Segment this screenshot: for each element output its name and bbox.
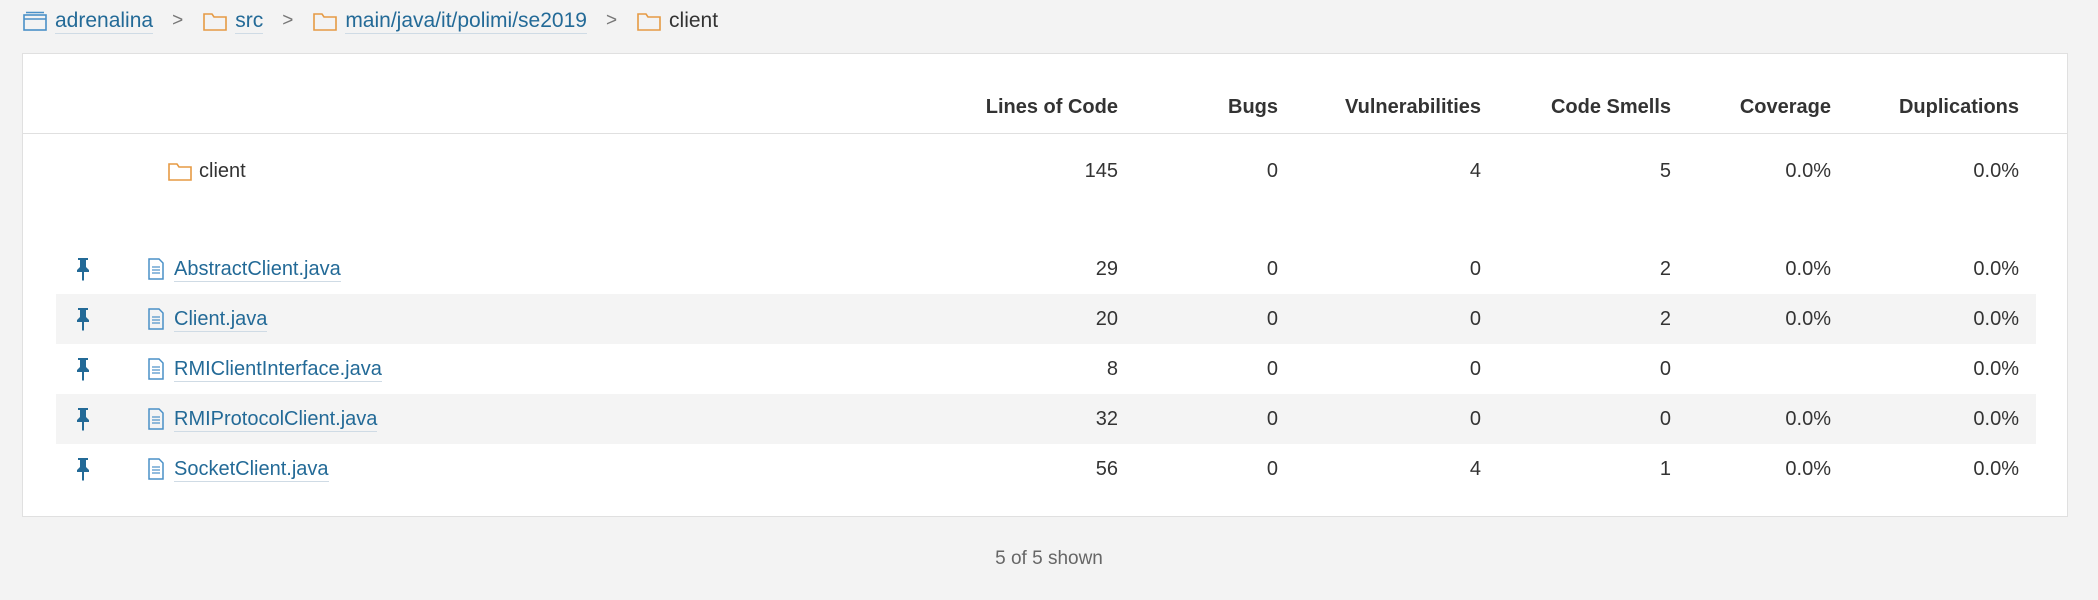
pin-icon[interactable] bbox=[74, 256, 92, 282]
cell-bugs: 0 bbox=[1266, 258, 1278, 280]
file-icon bbox=[148, 458, 164, 480]
breadcrumb-link-src[interactable]: src bbox=[235, 9, 264, 34]
table-row[interactable]: SocketClient.java 56 0 4 1 0.0% 0.0% bbox=[56, 444, 2036, 494]
breadcrumb-package[interactable]: main/java/it/polimi/se2019 bbox=[312, 9, 587, 34]
cell-vulnerabilities: 0 bbox=[1469, 258, 1481, 280]
cell-duplications: 0.0% bbox=[1973, 258, 2019, 280]
file-link[interactable]: AbstractClient.java bbox=[174, 257, 341, 282]
cell-duplications: 0.0% bbox=[1973, 308, 2019, 330]
cell-duplications: 0.0% bbox=[1973, 160, 2019, 182]
pin-icon[interactable] bbox=[74, 356, 92, 382]
breadcrumb-current: client bbox=[636, 9, 718, 33]
breadcrumb-separator: > bbox=[605, 10, 618, 31]
cell-lines-of-code: 29 bbox=[1095, 258, 1118, 280]
cell-code-smells: 2 bbox=[1659, 258, 1671, 280]
folder-icon bbox=[168, 163, 192, 181]
file-icon bbox=[148, 258, 164, 280]
cell-code-smells: 2 bbox=[1659, 308, 1671, 330]
cell-duplications: 0.0% bbox=[1973, 408, 2019, 430]
table-header: Lines of Code Bugs Vulnerabilities Code … bbox=[23, 54, 2067, 134]
breadcrumb-src[interactable]: src bbox=[202, 9, 264, 34]
cell-bugs: 0 bbox=[1266, 308, 1278, 330]
pin-icon[interactable] bbox=[74, 306, 92, 332]
cell-vulnerabilities: 4 bbox=[1469, 160, 1481, 182]
cell-duplications: 0.0% bbox=[1973, 358, 2019, 380]
file-icon bbox=[148, 408, 164, 430]
cell-vulnerabilities: 0 bbox=[1469, 308, 1481, 330]
folder-icon bbox=[203, 13, 228, 31]
cell-lines-of-code: 20 bbox=[1095, 308, 1118, 330]
file-link[interactable]: SocketClient.java bbox=[174, 457, 329, 482]
file-icon bbox=[148, 358, 164, 380]
column-header-coverage[interactable]: Coverage bbox=[1740, 96, 1831, 119]
breadcrumb-link-package[interactable]: main/java/it/polimi/se2019 bbox=[345, 9, 587, 34]
table-row[interactable]: RMIProtocolClient.java 32 0 0 0 0.0% 0.0… bbox=[56, 394, 2036, 444]
cell-coverage: 0.0% bbox=[1785, 308, 1831, 330]
cell-bugs: 0 bbox=[1266, 408, 1278, 430]
breadcrumb-separator: > bbox=[172, 10, 184, 31]
cell-bugs: 0 bbox=[1266, 160, 1278, 182]
table-row[interactable]: Client.java 20 0 0 2 0.0% 0.0% bbox=[56, 294, 2036, 344]
breadcrumb-project[interactable]: adrenalina bbox=[22, 9, 154, 34]
column-header-lines-of-code[interactable]: Lines of Code bbox=[986, 96, 1118, 119]
breadcrumb: adrenalina > src > main/java/it/polimi/s… bbox=[22, 6, 718, 36]
base-name-label: client bbox=[199, 159, 246, 182]
table-row-base: client 145 0 4 5 0.0% 0.0% bbox=[56, 146, 2036, 196]
file-name: SocketClient.java bbox=[146, 444, 329, 494]
table-row[interactable]: RMIClientInterface.java 8 0 0 0 0.0% bbox=[56, 344, 2036, 394]
cell-coverage: 0.0% bbox=[1785, 458, 1831, 480]
measures-table: Lines of Code Bugs Vulnerabilities Code … bbox=[22, 53, 2068, 517]
cell-lines-of-code: 56 bbox=[1095, 458, 1118, 480]
file-link[interactable]: RMIClientInterface.java bbox=[174, 357, 382, 382]
cell-duplications: 0.0% bbox=[1973, 458, 2019, 480]
file-name: AbstractClient.java bbox=[146, 244, 341, 294]
cell-coverage: 0.0% bbox=[1785, 408, 1831, 430]
cell-lines-of-code: 32 bbox=[1095, 408, 1118, 430]
file-name: RMIClientInterface.java bbox=[146, 344, 382, 394]
cell-code-smells: 5 bbox=[1659, 160, 1671, 182]
cell-lines-of-code: 8 bbox=[1106, 358, 1118, 380]
file-link[interactable]: RMIProtocolClient.java bbox=[174, 407, 378, 432]
column-header-vulnerabilities[interactable]: Vulnerabilities bbox=[1345, 96, 1481, 119]
results-count: 5 of 5 shown bbox=[995, 548, 1103, 569]
folder-icon bbox=[313, 13, 338, 31]
table-row[interactable]: AbstractClient.java 29 0 0 2 0.0% 0.0% bbox=[56, 244, 2036, 294]
breadcrumb-link-project[interactable]: adrenalina bbox=[55, 9, 154, 34]
file-icon bbox=[148, 308, 164, 330]
cell-code-smells: 0 bbox=[1659, 408, 1671, 430]
folder-icon bbox=[637, 13, 661, 31]
file-name: Client.java bbox=[146, 294, 268, 344]
cell-bugs: 0 bbox=[1266, 358, 1278, 380]
cell-vulnerabilities: 0 bbox=[1469, 358, 1481, 380]
column-header-duplications[interactable]: Duplications bbox=[1899, 96, 2019, 119]
breadcrumb-current-label: client bbox=[669, 9, 719, 32]
cell-vulnerabilities: 4 bbox=[1469, 458, 1481, 480]
column-header-bugs[interactable]: Bugs bbox=[1228, 96, 1278, 119]
cell-vulnerabilities: 0 bbox=[1469, 408, 1481, 430]
file-link[interactable]: Client.java bbox=[174, 307, 268, 332]
cell-coverage: 0.0% bbox=[1785, 160, 1831, 182]
cell-code-smells: 1 bbox=[1659, 458, 1671, 480]
pin-icon[interactable] bbox=[74, 456, 92, 482]
column-header-code-smells[interactable]: Code Smells bbox=[1551, 96, 1671, 119]
cell-bugs: 0 bbox=[1266, 458, 1278, 480]
cell-coverage: 0.0% bbox=[1785, 258, 1831, 280]
base-name: client bbox=[167, 146, 246, 196]
breadcrumb-separator: > bbox=[282, 10, 294, 31]
file-name: RMIProtocolClient.java bbox=[146, 394, 378, 444]
cell-lines-of-code: 145 bbox=[1084, 160, 1118, 182]
pin-icon[interactable] bbox=[74, 406, 92, 432]
project-icon bbox=[23, 11, 47, 31]
cell-code-smells: 0 bbox=[1659, 358, 1671, 380]
